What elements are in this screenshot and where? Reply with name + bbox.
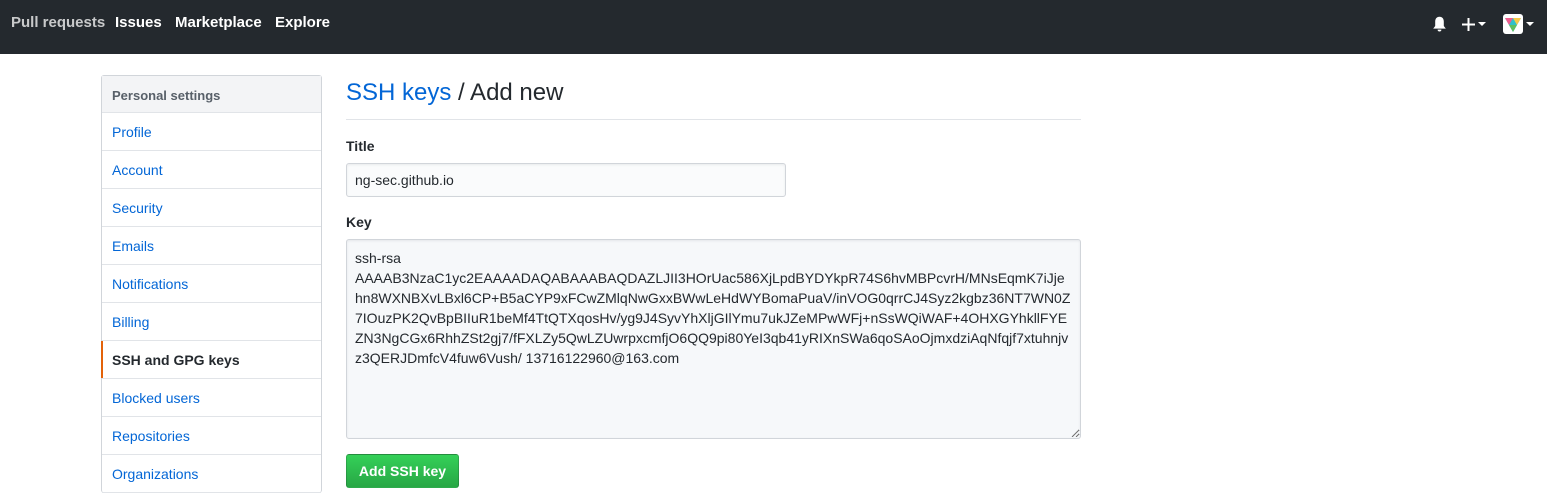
- resize-grip-icon[interactable]: [1071, 429, 1079, 437]
- sidebar-item-profile[interactable]: Profile: [102, 113, 321, 151]
- chevron-down-icon: [1478, 22, 1486, 26]
- breadcrumb-ssh-keys[interactable]: SSH keys: [346, 79, 451, 106]
- sidebar-item-security[interactable]: Security: [102, 189, 321, 227]
- top-header: Pull requests Issues Marketplace Explore: [0, 0, 1547, 54]
- avatar-image: [1503, 14, 1523, 34]
- sidebar-item-organizations[interactable]: Organizations: [102, 455, 321, 493]
- breadcrumb-current: / Add new: [451, 79, 564, 106]
- nav-marketplace[interactable]: Marketplace: [175, 15, 262, 31]
- sidebar-item-blocked-users[interactable]: Blocked users: [102, 379, 321, 417]
- chevron-down-icon: [1526, 22, 1534, 26]
- sidebar-item-ssh-gpg-keys[interactable]: SSH and GPG keys: [101, 341, 321, 379]
- nav-pull-requests[interactable]: Pull requests: [11, 15, 105, 31]
- sidebar-item-repositories[interactable]: Repositories: [102, 417, 321, 455]
- subhead: SSH keys / Add new: [346, 78, 1081, 120]
- plus-icon[interactable]: [1462, 14, 1486, 34]
- nav-issues[interactable]: Issues: [115, 15, 162, 31]
- sidebar-item-notifications[interactable]: Notifications: [102, 265, 321, 303]
- page-title: SSH keys / Add new: [346, 78, 1081, 108]
- sidebar-item-billing[interactable]: Billing: [102, 303, 321, 341]
- title-input[interactable]: [346, 163, 786, 197]
- title-label: Title: [346, 138, 375, 154]
- nav-explore[interactable]: Explore: [275, 15, 330, 31]
- sidebar-item-account[interactable]: Account: [102, 151, 321, 189]
- avatar[interactable]: [1503, 14, 1534, 34]
- key-textarea[interactable]: ssh-rsa AAAAB3NzaC1yc2EAAAADAQABAAABAQDA…: [346, 239, 1081, 439]
- sidebar-heading: Personal settings: [102, 76, 321, 113]
- settings-sidebar: Personal settings Profile Account Securi…: [101, 75, 322, 493]
- add-ssh-key-button[interactable]: Add SSH key: [346, 454, 459, 488]
- bell-icon[interactable]: [1432, 14, 1447, 34]
- key-label: Key: [346, 214, 372, 230]
- sidebar-item-emails[interactable]: Emails: [102, 227, 321, 265]
